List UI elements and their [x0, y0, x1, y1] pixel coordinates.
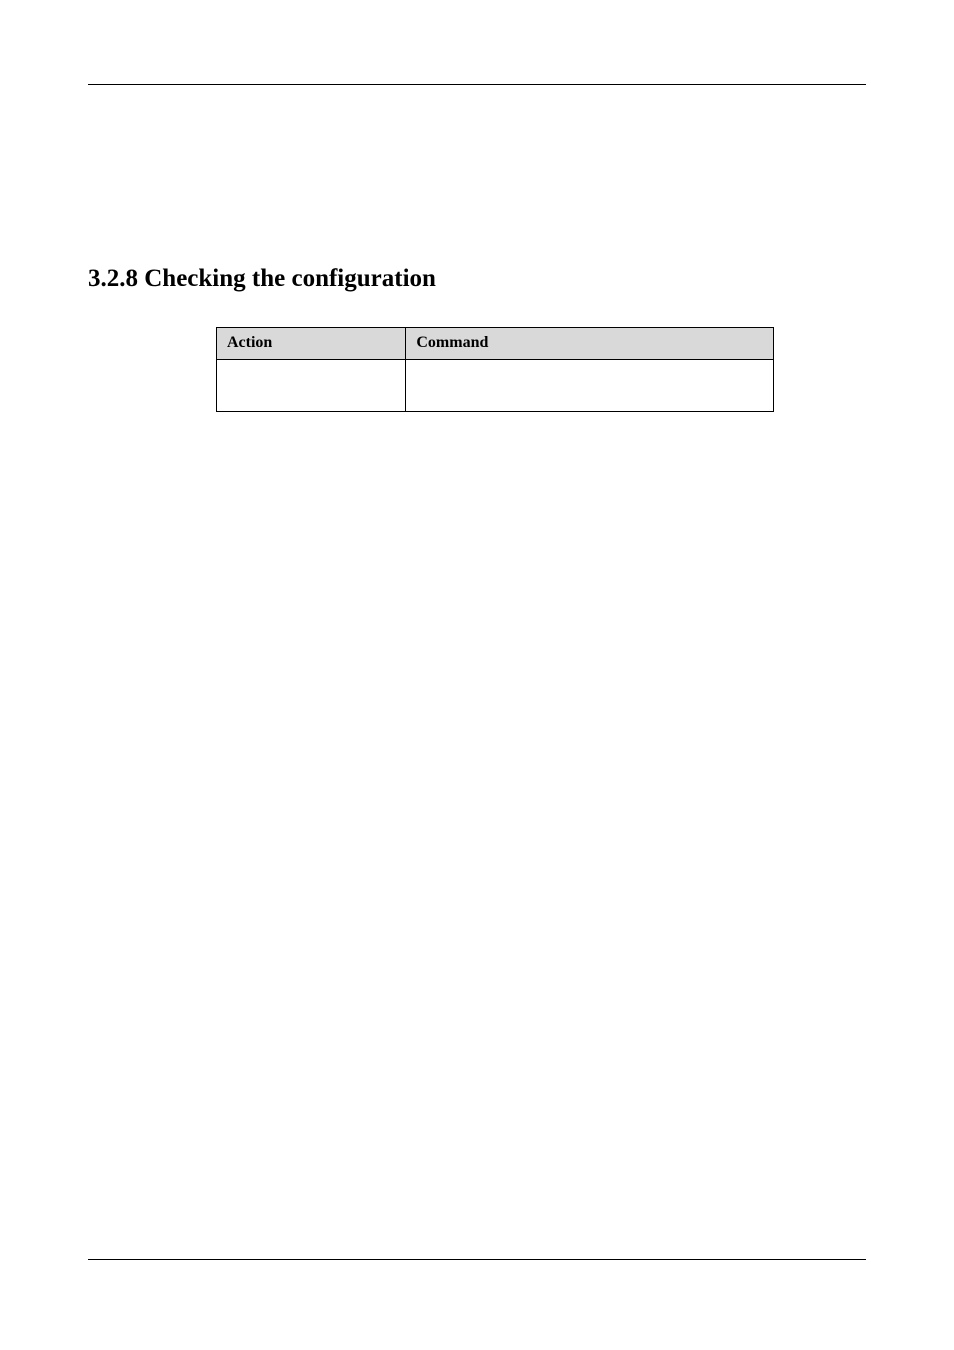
- top-divider: [88, 84, 866, 85]
- cell-action: [217, 360, 406, 412]
- table-header-row: Action Command: [217, 328, 774, 360]
- column-header-command: Command: [406, 328, 774, 360]
- column-header-action: Action: [217, 328, 406, 360]
- section-heading: 3.2.8 Checking the configuration: [88, 265, 866, 293]
- cell-command: [406, 360, 774, 412]
- config-table-wrap: Action Command: [216, 327, 774, 412]
- config-table: Action Command: [216, 327, 774, 412]
- bottom-divider: [88, 1259, 866, 1260]
- page-container: 3.2.8 Checking the configuration Action …: [0, 0, 954, 1350]
- table-row: [217, 360, 774, 412]
